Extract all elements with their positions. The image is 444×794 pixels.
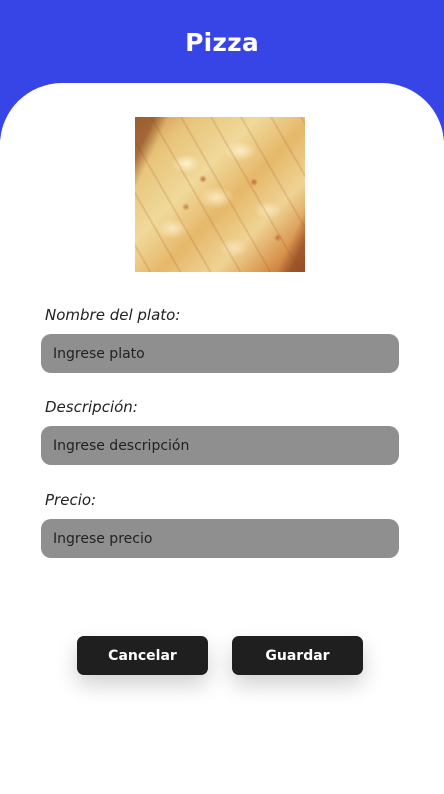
cancel-button[interactable]: Cancelar	[77, 636, 208, 675]
dish-name-input[interactable]	[41, 334, 399, 373]
price-label: Precio:	[45, 491, 97, 509]
save-button[interactable]: Guardar	[232, 636, 363, 675]
dish-name-label: Nombre del plato:	[45, 306, 181, 324]
description-label: Descripción:	[45, 398, 138, 416]
price-input[interactable]	[41, 519, 399, 558]
dish-image	[135, 117, 305, 272]
page-title: Pizza	[185, 28, 259, 57]
description-input[interactable]	[41, 426, 399, 465]
